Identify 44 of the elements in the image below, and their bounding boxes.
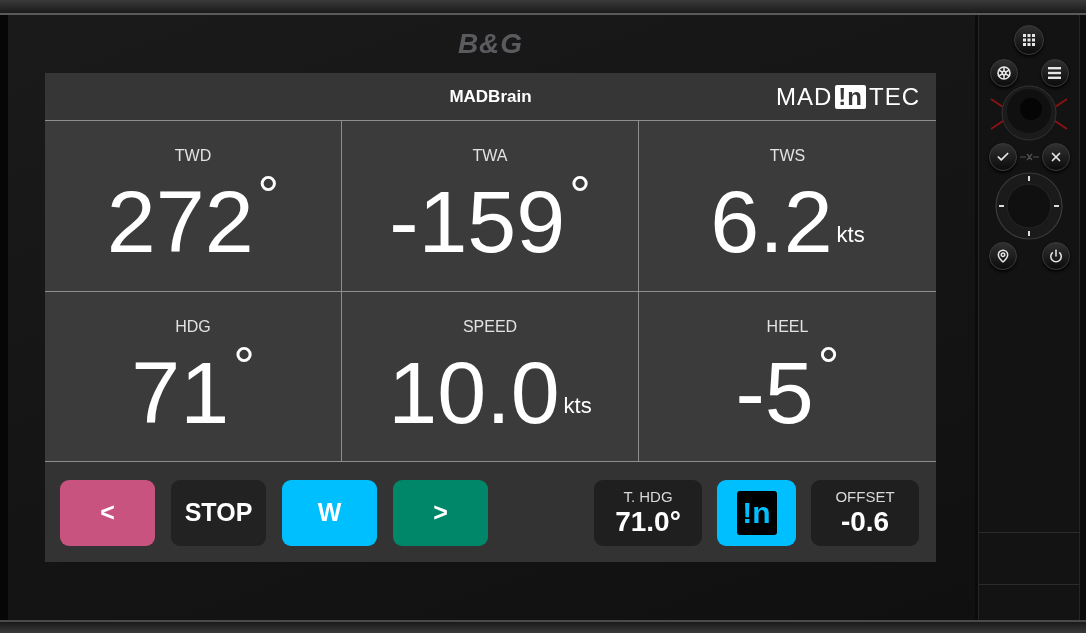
power-icon xyxy=(1048,249,1063,263)
tile-label: SPEED xyxy=(462,316,518,337)
tile-value: -5 xyxy=(735,348,814,437)
command-button[interactable]: < xyxy=(60,480,155,546)
degree-unit: ° xyxy=(817,338,840,393)
cancel-button[interactable] xyxy=(1041,143,1070,171)
tile-label: TWD xyxy=(174,146,212,166)
tile-label: HDG xyxy=(175,316,211,337)
tile-value: -159 xyxy=(389,178,566,266)
readout-value: -0.6 xyxy=(840,506,890,538)
tile-label: HEEL xyxy=(766,316,809,337)
degree-unit: ° xyxy=(257,168,280,222)
tile-value: 6.2 xyxy=(710,178,833,266)
command-button[interactable]: > xyxy=(393,480,488,546)
menu-button[interactable] xyxy=(1040,59,1069,87)
apps-button[interactable] xyxy=(1014,25,1044,55)
degree-unit: ° xyxy=(233,338,255,393)
location-pin-icon xyxy=(995,249,1010,263)
logo-button[interactable]: !n xyxy=(717,480,796,546)
degree-unit: ° xyxy=(569,168,591,222)
steering-wheel-icon xyxy=(996,66,1011,80)
tile-value: 71 xyxy=(131,348,230,437)
waypoint-button[interactable] xyxy=(988,242,1017,270)
tile-label: TWA xyxy=(472,146,508,166)
app-logo: MAD !n TEC xyxy=(776,84,920,109)
app-title: MADBrain xyxy=(449,85,532,108)
unit-label: kts xyxy=(836,224,865,246)
connector-icon xyxy=(1019,153,1039,161)
menu-icon xyxy=(1048,67,1061,79)
logo-mark: !n xyxy=(736,491,777,535)
unit-label: kts xyxy=(563,394,592,417)
steering-button[interactable] xyxy=(989,59,1018,87)
confirm-button[interactable] xyxy=(988,143,1017,171)
tile-value: 10.0 xyxy=(388,348,560,437)
grid-icon xyxy=(1023,34,1035,46)
readout-label: OFFSET xyxy=(835,488,895,506)
tile-label: TWS xyxy=(769,146,806,166)
readout-label: T. HDG xyxy=(623,488,673,506)
power-button[interactable] xyxy=(1041,242,1070,270)
check-icon xyxy=(995,150,1010,164)
tile-value: 272 xyxy=(106,178,254,266)
brand-logo: B&G xyxy=(457,30,524,58)
readout-value: 71.0° xyxy=(615,506,681,538)
command-button[interactable]: STOP xyxy=(171,480,266,546)
